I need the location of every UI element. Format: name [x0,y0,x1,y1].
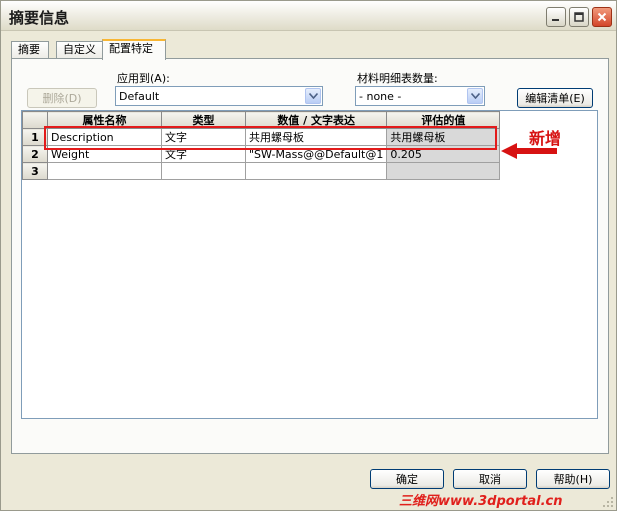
property-value-cell[interactable] [244,162,388,180]
resize-grip-icon[interactable] [602,496,614,508]
apply-to-value: Default [119,90,160,103]
highlight-box [44,126,497,150]
delete-button[interactable]: 删除(D) [27,88,97,108]
window-title: 摘要信息 [9,9,70,27]
bom-qty-select[interactable]: - none - [355,86,485,106]
delete-button-label: 删除(D) [42,92,82,105]
property-type-cell[interactable] [161,162,246,180]
cancel-button-label: 取消 [479,473,501,486]
bom-qty-value: - none - [359,90,402,103]
tab-label: 摘要 [18,43,40,56]
tab-config-specific[interactable]: 配置特定 [102,39,166,60]
bom-qty-label: 材料明细表数量: [357,72,438,85]
apply-to-label: 应用到(A): [117,72,170,85]
ok-button[interactable]: 确定 [370,469,444,489]
close-button[interactable] [592,7,612,27]
maximize-icon [574,12,584,22]
tab-label: 配置特定 [109,42,153,55]
maximize-button[interactable] [569,7,589,27]
table-row: 3 [22,162,501,180]
watermark: 三维网www.3dportal.cn [399,494,563,509]
edit-list-button-label: 编辑清单(E) [525,92,585,105]
apply-to-select[interactable]: Default [115,86,323,106]
cancel-button[interactable]: 取消 [453,469,527,489]
help-button-label: 帮助(H) [553,473,593,486]
edit-list-button[interactable]: 编辑清单(E) [517,88,593,108]
chevron-down-icon[interactable] [305,88,321,104]
ok-button-label: 确定 [396,473,418,486]
tab-label: 自定义 [63,43,96,56]
minimize-button[interactable] [546,7,566,27]
annotation-label: 新增 [529,129,562,148]
tab-summary[interactable]: 摘要 [11,41,49,59]
dialog-window: 摘要信息 摘要 自定义 配置特定 删除(D) 应用到(A): Default 材… [0,0,617,511]
tab-custom[interactable]: 自定义 [56,41,104,59]
title-bar: 摘要信息 [1,1,616,31]
chevron-down-icon[interactable] [467,88,483,104]
evaluated-value-cell [386,162,501,180]
property-name-cell[interactable] [47,162,162,180]
close-icon [597,12,607,22]
row-number[interactable]: 3 [22,162,48,180]
help-button[interactable]: 帮助(H) [536,469,610,489]
minimize-icon [552,19,559,21]
